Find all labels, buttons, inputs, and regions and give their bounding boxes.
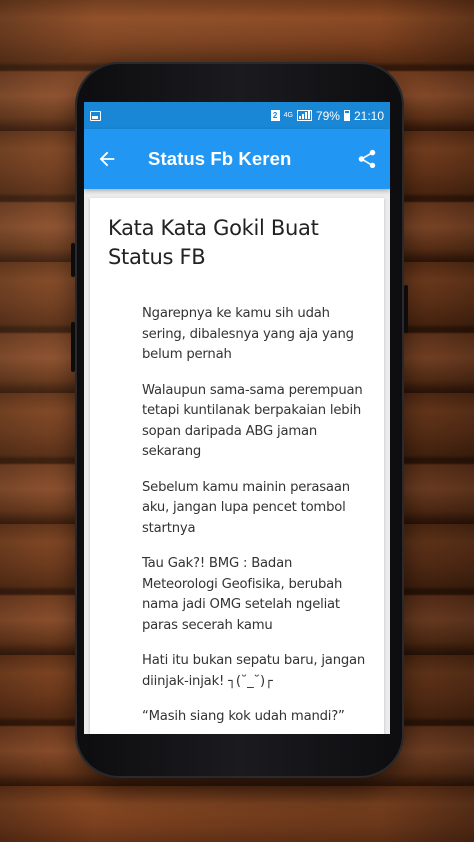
app-bar: Status Fb Keren bbox=[84, 129, 390, 189]
arrow-back-icon[interactable] bbox=[96, 148, 118, 170]
signal-icon bbox=[296, 110, 312, 121]
network-type-label: 4G bbox=[283, 112, 293, 119]
content-area[interactable]: Kata Kata Gokil Buat Status FB Ngarepnya… bbox=[84, 189, 390, 734]
status-text[interactable]: Tau Gak?! BMG : Badan Meteorologi Geofis… bbox=[142, 554, 368, 636]
article-card: Kata Kata Gokil Buat Status FB Ngarepnya… bbox=[90, 198, 384, 734]
battery-percent: 79% bbox=[315, 108, 340, 123]
status-text[interactable]: Ngarepnya ke kamu sih udah sering, dibal… bbox=[142, 304, 368, 366]
status-text[interactable]: “Masih siang kok udah mandi?” bbox=[142, 707, 368, 728]
article-title: Kata Kata Gokil Buat Status FB bbox=[108, 216, 319, 269]
share-icon[interactable] bbox=[356, 148, 378, 170]
image-icon bbox=[90, 110, 101, 121]
clock: 21:10 bbox=[353, 108, 384, 123]
status-text[interactable]: Sebelum kamu mainin perasaan aku, jangan… bbox=[142, 478, 368, 540]
phone-screen: 2 4G 79% 21:10 Status Fb Keren Kata Kata… bbox=[84, 102, 390, 734]
status-bar: 2 4G 79% 21:10 bbox=[84, 102, 390, 129]
sim-icon: 2 bbox=[270, 110, 280, 121]
battery-icon bbox=[343, 110, 350, 121]
status-text[interactable]: Hati itu bukan sepatu baru, jangan diinj… bbox=[142, 651, 368, 692]
status-text[interactable]: Walaupun sama-sama perempuan tetapi kunt… bbox=[142, 381, 368, 463]
app-title: Status Fb Keren bbox=[148, 148, 292, 169]
phone-side-button bbox=[404, 285, 408, 333]
status-list[interactable]: Ngarepnya ke kamu sih udah sering, dibal… bbox=[108, 304, 368, 728]
